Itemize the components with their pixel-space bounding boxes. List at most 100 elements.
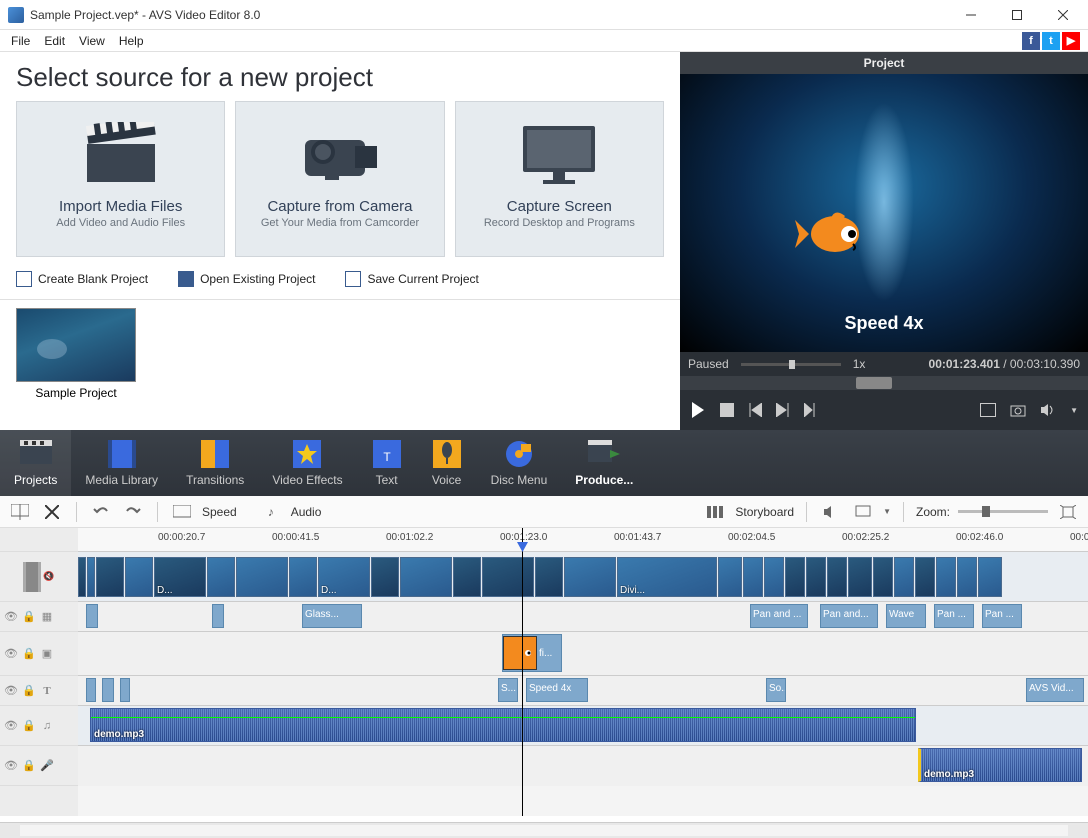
ribbon-disc-menu[interactable]: Disc Menu: [477, 430, 562, 496]
open-existing-project-button[interactable]: Open Existing Project: [178, 271, 315, 287]
delete-button[interactable]: [40, 500, 64, 524]
mic-track[interactable]: demo.mp3: [78, 746, 1088, 786]
volume-mixer-button[interactable]: [819, 500, 843, 524]
text-clip[interactable]: Speed 4x: [526, 678, 588, 702]
facebook-icon[interactable]: f: [1022, 32, 1040, 50]
split-button[interactable]: [8, 500, 32, 524]
ribbon-projects[interactable]: Projects: [0, 430, 71, 496]
video-clip[interactable]: [482, 557, 534, 597]
dropdown-icon[interactable]: ▼: [883, 507, 891, 516]
text-clip[interactable]: AVS Vid...: [1026, 678, 1084, 702]
effect-clip[interactable]: Pan and...: [820, 604, 878, 628]
mic-clip[interactable]: demo.mp3: [918, 748, 1082, 782]
zoom-slider[interactable]: [958, 510, 1048, 513]
lock-icon[interactable]: 🔒: [22, 719, 36, 733]
ribbon-text[interactable]: TText: [357, 430, 417, 496]
lock-icon[interactable]: 🔒: [22, 610, 36, 624]
video-clip[interactable]: [936, 557, 956, 597]
ribbon-video-effects[interactable]: Video Effects: [258, 430, 356, 496]
menu-view[interactable]: View: [72, 32, 112, 50]
prev-button[interactable]: [748, 403, 762, 417]
video-track-header[interactable]: 🔇: [0, 552, 78, 602]
video-track[interactable]: D... D... Divi...: [78, 552, 1088, 602]
video-clip[interactable]: [978, 557, 1002, 597]
lock-icon[interactable]: 🔒: [22, 647, 36, 661]
effect-clip[interactable]: Wave: [886, 604, 926, 628]
video-clip[interactable]: [915, 557, 935, 597]
video-clip[interactable]: [371, 557, 399, 597]
eye-icon[interactable]: 👁: [4, 759, 18, 773]
text-clip[interactable]: [120, 678, 130, 702]
effect-clip[interactable]: Pan ...: [934, 604, 974, 628]
text-clip[interactable]: S...: [498, 678, 518, 702]
play-button[interactable]: [690, 402, 706, 418]
snapshot-button[interactable]: [1010, 403, 1026, 417]
ribbon-produce[interactable]: Produce...: [561, 430, 647, 496]
ribbon-transitions[interactable]: Transitions: [172, 430, 258, 496]
video-clip[interactable]: [453, 557, 481, 597]
minimize-button[interactable]: [948, 0, 994, 30]
lock-icon[interactable]: 🔒: [22, 759, 36, 773]
speed-label[interactable]: Speed: [202, 505, 237, 519]
video-clip[interactable]: [764, 557, 784, 597]
ribbon-voice[interactable]: Voice: [417, 430, 477, 496]
save-current-project-button[interactable]: Save Current Project: [345, 271, 478, 287]
project-thumbnail[interactable]: Sample Project: [16, 308, 136, 400]
step-button[interactable]: [804, 403, 818, 417]
menu-file[interactable]: File: [4, 32, 37, 50]
eye-icon[interactable]: 👁: [4, 719, 18, 733]
mic-track-header[interactable]: 👁🔒🎤: [0, 746, 78, 786]
video-clip[interactable]: [96, 557, 124, 597]
time-ruler[interactable]: 00:00:20.700:00:41.500:01:02.200:01:23.0…: [78, 528, 1088, 552]
video-clip[interactable]: [87, 557, 95, 597]
video-clip[interactable]: Divi...: [617, 557, 717, 597]
create-blank-project-button[interactable]: Create Blank Project: [16, 271, 148, 287]
twitter-icon[interactable]: t: [1042, 32, 1060, 50]
card-capture-screen[interactable]: Capture Screen Record Desktop and Progra…: [455, 101, 664, 257]
overlay-clip[interactable]: fi...: [502, 634, 562, 672]
text-track[interactable]: S... Speed 4x So... AVS Vid...: [78, 676, 1088, 706]
eye-icon[interactable]: 👁: [4, 684, 18, 698]
effect-clip[interactable]: Pan ...: [982, 604, 1022, 628]
overlay-track[interactable]: fi...: [78, 632, 1088, 676]
preview-viewport[interactable]: Speed 4x: [680, 74, 1088, 352]
video-clip[interactable]: [78, 557, 86, 597]
video-clip[interactable]: [957, 557, 977, 597]
video-clip[interactable]: [535, 557, 563, 597]
video-clip[interactable]: [718, 557, 742, 597]
storyboard-label[interactable]: Storyboard: [735, 505, 794, 519]
stop-button[interactable]: [720, 403, 734, 417]
zoom-fit-button[interactable]: [1056, 500, 1080, 524]
scrubber[interactable]: [680, 376, 1088, 390]
video-clip[interactable]: [207, 557, 235, 597]
eye-icon[interactable]: 👁: [4, 610, 18, 624]
video-clip[interactable]: [743, 557, 763, 597]
card-import-media[interactable]: Import Media Files Add Video and Audio F…: [16, 101, 225, 257]
lock-icon[interactable]: 🔒: [22, 684, 36, 698]
audio-clip[interactable]: demo.mp3: [90, 708, 916, 742]
text-track-header[interactable]: 👁🔒T: [0, 676, 78, 706]
effect-clip[interactable]: [212, 604, 224, 628]
horizontal-scrollbar[interactable]: [0, 822, 1088, 838]
text-clip[interactable]: [102, 678, 114, 702]
next-button[interactable]: [776, 403, 790, 417]
video-clip[interactable]: [289, 557, 317, 597]
effect-clip[interactable]: [86, 604, 98, 628]
effect-clip[interactable]: Glass...: [302, 604, 362, 628]
volume-button[interactable]: [1040, 403, 1056, 417]
redo-button[interactable]: [121, 500, 145, 524]
text-clip[interactable]: So...: [766, 678, 786, 702]
video-clip[interactable]: [400, 557, 452, 597]
video-clip[interactable]: [848, 557, 872, 597]
effects-track[interactable]: Glass...Pan and ...Pan and...WavePan ...…: [78, 602, 1088, 632]
text-clip[interactable]: [86, 678, 96, 702]
video-clip[interactable]: [827, 557, 847, 597]
preview-mode-button[interactable]: [851, 500, 875, 524]
video-clip[interactable]: D...: [154, 557, 206, 597]
card-capture-camera[interactable]: Capture from Camera Get Your Media from …: [235, 101, 444, 257]
video-clip[interactable]: [894, 557, 914, 597]
video-clip[interactable]: D...: [318, 557, 370, 597]
youtube-icon[interactable]: ▶: [1062, 32, 1080, 50]
video-clip[interactable]: [785, 557, 805, 597]
maximize-button[interactable]: [994, 0, 1040, 30]
